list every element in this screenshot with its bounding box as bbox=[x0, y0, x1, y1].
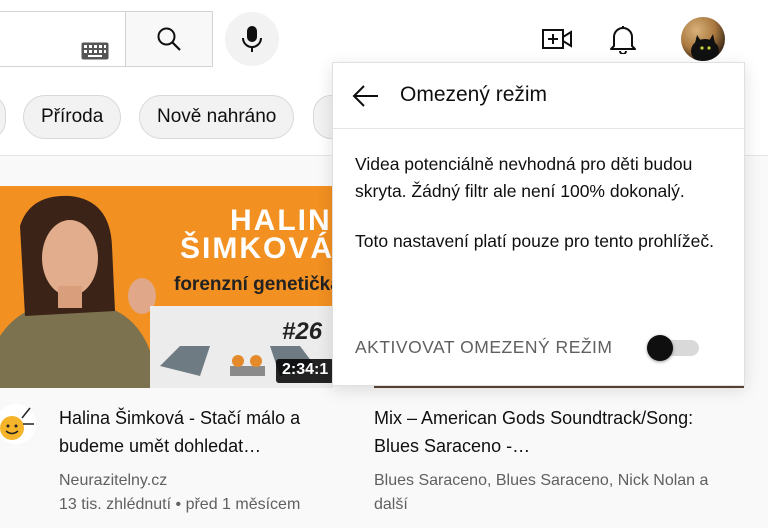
keyboard-icon[interactable] bbox=[81, 42, 109, 60]
search-button[interactable] bbox=[125, 11, 213, 67]
panel-note: Toto nastavení platí pouze pro tento pro… bbox=[355, 231, 714, 251]
bell-icon bbox=[610, 26, 636, 54]
chip-partial[interactable] bbox=[0, 95, 6, 139]
chip-nove-nahrano[interactable]: Nově nahráno bbox=[139, 95, 295, 139]
video-stats: 13 tis. zhlédnutí • před 1 měsícem bbox=[59, 496, 301, 513]
thumbnail-name-line2: ŠIMKOVÁ bbox=[180, 232, 333, 265]
chip-priroda[interactable]: Příroda bbox=[23, 95, 122, 139]
notifications-button[interactable] bbox=[607, 22, 639, 56]
video-title-2[interactable]: Mix – American Gods Soundtrack/Song: Blu… bbox=[374, 404, 714, 460]
microphone-icon bbox=[242, 26, 262, 52]
search-icon bbox=[157, 27, 181, 51]
video-create-icon bbox=[542, 29, 572, 49]
thumbnail-subtitle: forenzní genetička bbox=[174, 274, 333, 295]
thumbnail-episode: #26 bbox=[282, 318, 323, 345]
channel-name-2[interactable]: Blues Saraceno, Blues Saraceno, Nick Nol… bbox=[374, 469, 714, 517]
toggle-knob[interactable] bbox=[647, 335, 673, 361]
cat-avatar-image bbox=[691, 34, 719, 61]
avatar[interactable] bbox=[681, 17, 725, 61]
person-image bbox=[0, 186, 175, 388]
search-input[interactable] bbox=[0, 11, 126, 67]
create-button[interactable] bbox=[540, 23, 574, 55]
toggle-label: AKTIVOVAT OMEZENÝ REŽIM bbox=[355, 337, 613, 357]
arrow-back-icon[interactable] bbox=[351, 81, 381, 111]
video-title[interactable]: Halina Šimková - Stačí málo a budeme umě… bbox=[59, 404, 359, 460]
channel-name[interactable]: Neurazitelny.cz bbox=[59, 469, 399, 493]
restricted-mode-toggle-row[interactable]: AKTIVOVAT OMEZENÝ REŽIM bbox=[355, 335, 705, 361]
panel-description: Videa potenciálně nevhodná pro děti budo… bbox=[355, 154, 693, 201]
panel-title: Omezený režim bbox=[400, 83, 548, 106]
channel-avatar[interactable] bbox=[0, 404, 36, 444]
panel-header: Omezený režim bbox=[333, 63, 744, 129]
voice-search-button[interactable] bbox=[225, 12, 279, 66]
video-thumbnail[interactable]: HALINA ŠIMKOVÁ forenzní genetička #26 bbox=[0, 186, 333, 388]
restricted-mode-panel: Omezený režim Videa potenciálně nevhodná… bbox=[332, 62, 745, 386]
panel-body: Videa potenciálně nevhodná pro děti budo… bbox=[333, 129, 744, 255]
video-duration: 2:34:1 bbox=[276, 359, 335, 383]
